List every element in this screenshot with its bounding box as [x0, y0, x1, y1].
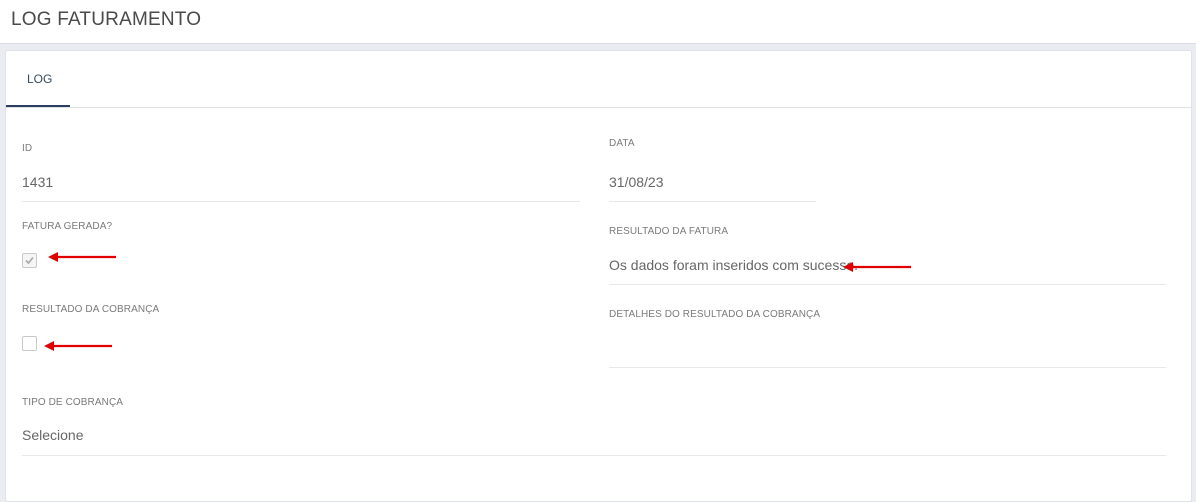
tipo-cobranca-underline [22, 455, 1166, 456]
detalhes-resultado-cobranca-underline [609, 367, 1166, 368]
red-arrow-icon [44, 341, 112, 351]
tab-active-indicator [6, 105, 70, 107]
tipo-cobranca-label: TIPO DE COBRANÇA [22, 397, 124, 408]
detalhes-resultado-cobranca-label: DETALHES DO RESULTADO DA COBRANÇA [609, 309, 821, 320]
id-field[interactable]: 1431 [22, 174, 53, 190]
fatura-gerada-label: FATURA GERADA? [22, 221, 113, 232]
tab-bar: LOG [6, 51, 1191, 108]
resultado-fatura-underline [609, 284, 1166, 285]
log-card: LOG ID 1431 FATURA GERADA? RESULTADO DA … [5, 50, 1192, 502]
tipo-cobranca-select[interactable]: Selecione [22, 427, 84, 443]
id-field-underline [22, 201, 580, 202]
resultado-cobranca-checkbox[interactable] [22, 336, 37, 351]
red-arrow-icon [843, 262, 911, 272]
fatura-gerada-checkbox[interactable] [22, 253, 37, 268]
page-title: LOG FATURAMENTO [11, 9, 202, 30]
data-field-underline [609, 201, 816, 202]
resultado-cobranca-label: RESULTADO DA COBRANÇA [22, 304, 160, 315]
tab-log-label: LOG [27, 72, 53, 86]
tab-log[interactable]: LOG [6, 51, 70, 107]
resultado-fatura-field[interactable]: Os dados foram inseridos com sucesso. [609, 257, 858, 273]
id-label: ID [22, 143, 33, 154]
check-icon [25, 256, 34, 265]
data-field[interactable]: 31/08/23 [609, 174, 664, 190]
red-arrow-icon [48, 252, 116, 262]
resultado-fatura-label: RESULTADO DA FATURA [609, 226, 729, 237]
data-label: DATA [609, 138, 635, 149]
page-header: LOG FATURAMENTO [0, 0, 1196, 44]
